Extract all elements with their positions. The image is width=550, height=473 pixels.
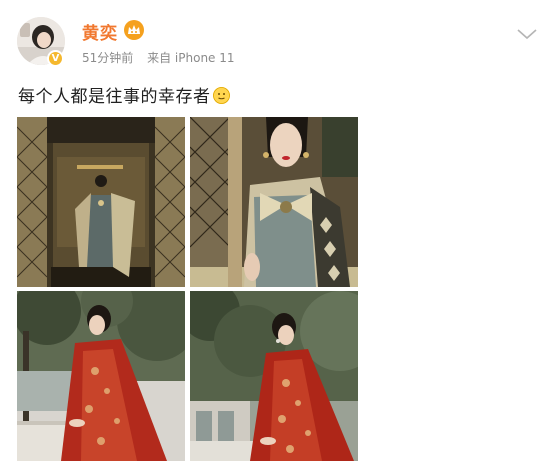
chevron-down-icon[interactable] — [516, 26, 538, 40]
weibo-post: V 黄奕 51分钟前 来自 iPhone 11 每个人都是往事的幸存者 — [0, 0, 550, 473]
photo-4[interactable] — [190, 291, 358, 461]
verified-badge-icon: V — [47, 50, 64, 67]
author-name[interactable]: 黄奕 — [82, 19, 118, 44]
post-meta: 51分钟前 来自 iPhone 11 — [82, 49, 245, 66]
smile-emoji-icon — [212, 87, 230, 104]
post-source[interactable]: 来自 iPhone 11 — [147, 51, 234, 65]
post-text-content: 每个人都是往事的幸存者 — [18, 87, 211, 107]
photo-2[interactable] — [190, 117, 358, 287]
photo-1[interactable] — [17, 117, 185, 287]
crown-badge-icon[interactable] — [124, 20, 144, 40]
post-time: 51分钟前 — [82, 51, 134, 65]
post-text: 每个人都是往事的幸存者 — [18, 82, 230, 107]
photo-3[interactable] — [17, 291, 185, 461]
